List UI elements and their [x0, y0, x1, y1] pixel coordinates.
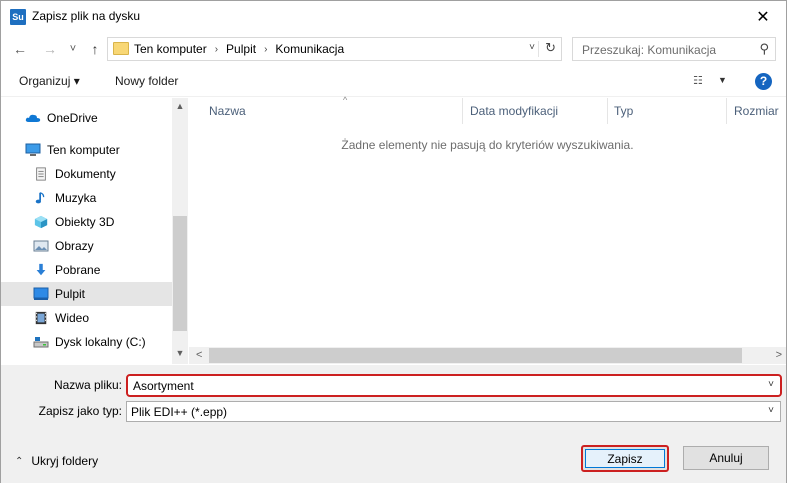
scroll-right-icon[interactable]: >: [776, 349, 782, 361]
scrollbar-thumb[interactable]: [173, 216, 187, 331]
sidebar-item-3d-objects[interactable]: Obiekty 3D: [1, 210, 172, 234]
sidebar-item-music[interactable]: Muzyka: [1, 186, 172, 210]
breadcrumb-item[interactable]: Komunikacja: [275, 42, 344, 56]
music-icon: [35, 192, 45, 204]
back-arrow-icon[interactable]: ←: [9, 38, 31, 60]
up-arrow-icon[interactable]: ↑: [85, 38, 105, 60]
documents-icon: [36, 167, 46, 181]
column-header-date[interactable]: Data modyfikacji: [464, 98, 608, 124]
address-bar[interactable]: Ten komputer › Pulpit › Komunikacja ˅ ↻: [107, 37, 562, 61]
search-input[interactable]: Przeszukaj: Komunikacja ⚲: [572, 37, 776, 61]
divider: [538, 41, 539, 57]
sidebar-item-label: Dysk lokalny (C:): [55, 335, 146, 349]
scroll-down-icon[interactable]: ▼: [172, 348, 188, 358]
save-button-label: Zapisz: [585, 449, 665, 468]
sort-arrow-icon: ^: [343, 95, 348, 105]
sidebar-item-pictures[interactable]: Obrazy: [1, 234, 172, 258]
sidebar-item-label: Muzyka: [55, 191, 97, 205]
horizontal-scrollbar[interactable]: < >: [189, 347, 786, 364]
column-header-type[interactable]: Typ: [608, 98, 727, 124]
sidebar-item-documents[interactable]: Dokumenty: [1, 162, 172, 186]
column-header-label: Typ: [614, 104, 634, 118]
desktop-icon: [33, 287, 49, 300]
save-file-dialog: Su Zapisz plik na dysku ✕ ← → ˅ ↑ Ten ko…: [0, 0, 787, 483]
objects-3d-icon: [34, 215, 48, 229]
app-icon: Su: [10, 9, 26, 25]
recent-locations-icon[interactable]: ˅: [65, 38, 81, 60]
filetype-value: Plik EDI++ (*.epp): [131, 405, 228, 419]
downloads-icon: [36, 263, 46, 276]
sidebar-item-desktop[interactable]: Pulpit: [1, 282, 172, 306]
forward-arrow-icon[interactable]: →: [39, 38, 61, 60]
title-bar: Su Zapisz plik na dysku ✕: [1, 1, 786, 32]
view-options-icon[interactable]: ☷: [693, 74, 709, 88]
chevron-down-icon[interactable]: ˅: [529, 42, 535, 53]
hide-folders-label: Ukryj foldery: [31, 454, 99, 468]
column-header-size[interactable]: Rozmiar: [728, 98, 786, 124]
filetype-label: Zapisz jako typ:: [38, 404, 122, 418]
chevron-down-icon[interactable]: ˅: [768, 405, 774, 416]
filename-value: Asortyment: [133, 379, 194, 393]
chevron-right-icon[interactable]: ›: [215, 44, 218, 55]
breadcrumb: Ten komputer › Pulpit › Komunikacja: [134, 42, 344, 56]
sidebar-item-label: Wideo: [55, 311, 90, 325]
sidebar-item-downloads[interactable]: Pobrane: [1, 258, 172, 282]
breadcrumb-item[interactable]: Pulpit: [226, 42, 256, 56]
filename-label: Nazwa pliku:: [53, 378, 122, 392]
sidebar-item-this-pc[interactable]: Ten komputer: [1, 138, 172, 162]
sidebar-item-label: Obiekty 3D: [55, 215, 115, 229]
breadcrumb-item[interactable]: Ten komputer: [134, 42, 207, 56]
file-list: Nazwa ^ Data modyfikacji Typ Rozmiar Żad…: [189, 95, 786, 364]
sidebar-item-label: Dokumenty: [55, 167, 116, 181]
organize-button[interactable]: Organizuj ▾: [19, 74, 80, 88]
column-header-label: Nazwa: [209, 104, 246, 118]
help-icon[interactable]: ?: [755, 73, 772, 90]
chevron-right-icon[interactable]: ›: [264, 44, 267, 55]
chevron-up-icon: ⌃: [15, 455, 24, 467]
search-placeholder: Przeszukaj: Komunikacja: [582, 43, 717, 57]
chevron-down-icon[interactable]: ▼: [718, 75, 727, 85]
search-icon[interactable]: ⚲: [759, 41, 769, 57]
command-bar: Organizuj ▾ Nowy folder ☷ ▼ ?: [1, 65, 786, 97]
hide-folders-button[interactable]: ⌃ Ukryj foldery: [15, 454, 98, 468]
save-button[interactable]: Zapisz: [581, 445, 669, 472]
sidebar-scrollbar[interactable]: ▲ ▼: [172, 98, 188, 364]
sidebar-item-video[interactable]: Wideo: [1, 306, 172, 330]
empty-results-message: Żadne elementy nie pasują do kryteriów w…: [341, 138, 634, 152]
column-header-label: Data modyfikacji: [470, 104, 559, 118]
dialog-footer: Nazwa pliku: Asortyment ˅ Zapisz jako ty…: [1, 365, 786, 483]
column-header-name[interactable]: Nazwa ^: [203, 95, 463, 124]
scroll-left-icon[interactable]: <: [196, 349, 202, 361]
scroll-up-icon[interactable]: ▲: [172, 101, 188, 111]
computer-icon: [25, 143, 41, 156]
navigation-pane: OneDrive Ten komputer Dokumenty Muzyka O…: [1, 98, 188, 364]
onedrive-icon: [25, 114, 41, 122]
new-folder-button[interactable]: Nowy folder: [115, 74, 178, 88]
filename-field[interactable]: Asortyment ˅: [126, 374, 782, 397]
sidebar-item-local-disk[interactable]: Dysk lokalny (C:): [1, 330, 172, 354]
pictures-icon: [33, 240, 49, 252]
drive-icon: [33, 337, 49, 348]
filetype-select[interactable]: Plik EDI++ (*.epp) ˅: [126, 401, 781, 422]
video-icon: [35, 311, 47, 325]
folder-icon: [113, 42, 129, 55]
sidebar-item-label: OneDrive: [47, 111, 98, 125]
sidebar-item-label: Pulpit: [55, 287, 86, 301]
sidebar-item-onedrive[interactable]: OneDrive: [1, 106, 172, 130]
sidebar-item-label: Ten komputer: [47, 143, 120, 157]
sidebar-item-label: Obrazy: [55, 239, 94, 253]
scrollbar-thumb[interactable]: [209, 348, 742, 363]
navigation-bar: ← → ˅ ↑ Ten komputer › Pulpit › Komunika…: [1, 34, 786, 64]
chevron-down-icon[interactable]: ˅: [768, 379, 774, 390]
close-button[interactable]: ✕: [740, 1, 786, 32]
refresh-icon[interactable]: ↻: [545, 40, 556, 56]
cancel-button[interactable]: Anuluj: [683, 446, 769, 470]
column-header-label: Rozmiar: [734, 104, 779, 118]
window-title: Zapisz plik na dysku: [32, 9, 141, 23]
sidebar-item-label: Pobrane: [55, 263, 101, 277]
